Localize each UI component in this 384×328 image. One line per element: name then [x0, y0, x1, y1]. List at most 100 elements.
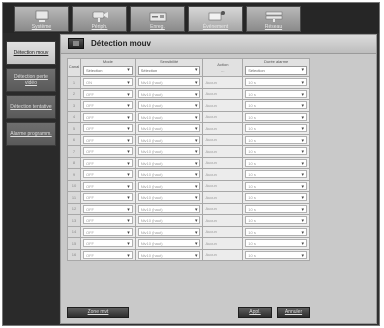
sensitivity-select[interactable]: Niv10 (haut) [137, 216, 201, 225]
sensitivity-select[interactable]: Niv10 (haut) [137, 135, 201, 145]
action-cell[interactable]: Aucun [202, 248, 244, 261]
sidebar-item-motion-detection[interactable]: Détection mouv [6, 41, 56, 65]
sensitivity-cell: Niv10 (haut) [134, 87, 204, 100]
page-title: Détection mouv [91, 39, 152, 48]
panel-header: Détection mouv [61, 35, 376, 54]
duration-cell: 10 s [242, 133, 310, 146]
sensitivity-select[interactable]: Niv10 (haut) [137, 250, 201, 260]
duration-select[interactable]: 10 s [245, 78, 307, 87]
action-all-button[interactable]: ... [203, 68, 242, 74]
mode-select[interactable]: OFF [82, 135, 133, 145]
mode-select[interactable]: OFF [82, 170, 133, 179]
action-cell[interactable]: Aucun [202, 168, 244, 181]
sidebar-item-tamper-detection[interactable]: Détection tentative [6, 95, 56, 119]
sensitivity-select[interactable]: Niv10 (haut) [137, 239, 201, 248]
duration-all-select[interactable]: Sélection [245, 66, 307, 75]
column-header-mode: Mode Sélection [79, 58, 136, 77]
action-cell[interactable]: Aucun [202, 76, 244, 89]
sensitivity-select[interactable]: Niv10 (haut) [137, 158, 201, 168]
mode-cell: OFF [79, 133, 136, 146]
cancel-button[interactable]: Annuler [277, 307, 310, 318]
tab-event[interactable]: Événement [188, 6, 243, 32]
table-row: 6OFF Niv10 (haut)Aucun10 s [67, 133, 310, 146]
action-cell[interactable]: Aucun [202, 179, 244, 192]
action-cell[interactable]: Aucun [202, 145, 244, 158]
zone-button[interactable]: Zone mvt [67, 307, 129, 318]
mode-select[interactable]: OFF [82, 89, 133, 99]
mode-select[interactable]: OFF [82, 227, 133, 237]
duration-select[interactable]: 10 s [245, 135, 307, 145]
sensitivity-all-select[interactable]: Sélection [137, 66, 201, 75]
mode-select[interactable]: OFF [82, 181, 133, 191]
action-cell[interactable]: Aucun [202, 225, 244, 238]
column-header-action: Action ... [202, 58, 244, 77]
channel-number: 15 [67, 237, 81, 250]
action-cell[interactable]: Aucun [202, 191, 244, 204]
table-row: 14OFF Niv10 (haut)Aucun10 s [67, 225, 310, 238]
mode-select[interactable]: ON [82, 78, 133, 87]
mode-select[interactable]: OFF [82, 158, 133, 168]
duration-select[interactable]: 10 s [245, 250, 307, 260]
sensitivity-select[interactable]: Niv10 (haut) [137, 89, 201, 99]
duration-select[interactable]: 10 s [245, 124, 307, 133]
sensitivity-select[interactable]: Niv10 (haut) [137, 78, 201, 87]
sensitivity-select[interactable]: Niv10 (haut) [137, 112, 201, 122]
duration-select[interactable]: 10 s [245, 158, 307, 168]
duration-select[interactable]: 10 s [245, 216, 307, 225]
duration-select[interactable]: 10 s [245, 181, 307, 191]
sensitivity-select[interactable]: Niv10 (haut) [137, 170, 201, 179]
duration-select[interactable]: 10 s [245, 112, 307, 122]
mode-select[interactable]: OFF [82, 101, 133, 110]
mode-select[interactable]: OFF [82, 239, 133, 248]
channel-number: 12 [67, 202, 81, 215]
tab-devices[interactable]: Périph. [72, 6, 127, 32]
duration-select[interactable]: 10 s [245, 170, 307, 179]
action-cell[interactable]: Aucun [202, 122, 244, 135]
action-cell[interactable]: Aucun [202, 156, 244, 169]
sensitivity-select[interactable]: Niv10 (haut) [137, 193, 201, 202]
mode-select[interactable]: OFF [82, 250, 133, 260]
tab-record[interactable]: Enreg. [130, 6, 185, 32]
sensitivity-select[interactable]: Niv10 (haut) [137, 227, 201, 237]
action-cell[interactable]: Aucun [202, 202, 244, 215]
channel-number: 6 [67, 133, 81, 146]
action-cell[interactable]: Aucun [202, 214, 244, 227]
mode-select[interactable]: OFF [82, 193, 133, 202]
action-cell[interactable]: Aucun [202, 87, 244, 100]
mode-all-select[interactable]: Sélection [82, 66, 133, 75]
sensitivity-select[interactable]: Niv10 (haut) [137, 147, 201, 156]
tab-label: Enreg. [150, 24, 165, 30]
sensitivity-select[interactable]: Niv10 (haut) [137, 124, 201, 133]
sensitivity-select[interactable]: Niv10 (haut) [137, 204, 201, 214]
duration-select[interactable]: 10 s [245, 239, 307, 248]
mode-cell: OFF [79, 87, 136, 100]
sensitivity-cell: Niv10 (haut) [134, 76, 204, 89]
mode-select[interactable]: OFF [82, 204, 133, 214]
sensitivity-select[interactable]: Niv10 (haut) [137, 181, 201, 191]
duration-select[interactable]: 10 s [245, 204, 307, 214]
mode-select[interactable]: OFF [82, 147, 133, 156]
duration-select[interactable]: 10 s [245, 89, 307, 99]
mode-select[interactable]: OFF [82, 216, 133, 225]
action-cell[interactable]: Aucun [202, 99, 244, 112]
apply-button[interactable]: Appl. [238, 307, 272, 318]
action-cell[interactable]: Aucun [202, 110, 244, 123]
sidebar-item-video-loss[interactable]: Détection perte vidéo [6, 68, 56, 92]
duration-select[interactable]: 10 s [245, 193, 307, 202]
sensitivity-cell: Niv10 (haut) [134, 202, 204, 215]
action-cell[interactable]: Aucun [202, 133, 244, 146]
mode-select[interactable]: OFF [82, 124, 133, 133]
channel-number: 16 [67, 248, 81, 261]
duration-select[interactable]: 10 s [245, 101, 307, 110]
mode-select[interactable]: OFF [82, 112, 133, 122]
duration-select[interactable]: 10 s [245, 147, 307, 156]
mode-cell: OFF [79, 179, 136, 192]
sensitivity-select[interactable]: Niv10 (haut) [137, 101, 201, 110]
column-header-channel: Canal [67, 58, 81, 77]
tab-network[interactable]: Réseau [246, 6, 301, 32]
tab-system[interactable]: Système [14, 6, 69, 32]
duration-select[interactable]: 10 s [245, 227, 307, 237]
channel-number: 9 [67, 168, 81, 181]
sidebar-item-alarm-schedule[interactable]: Alarme programm. [6, 122, 56, 146]
action-cell[interactable]: Aucun [202, 237, 244, 250]
